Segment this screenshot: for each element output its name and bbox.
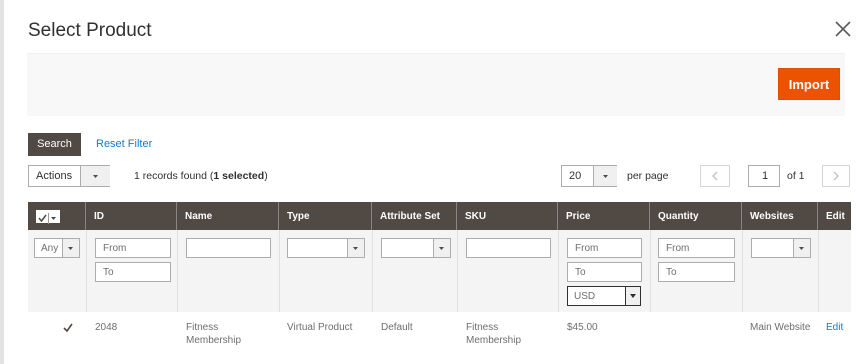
chevron-down-icon <box>62 239 79 257</box>
cell-websites: Main Website <box>750 322 811 333</box>
import-button[interactable]: Import <box>778 68 840 100</box>
per-page-value: 20 <box>569 170 582 182</box>
cell-type: Virtual Product <box>287 322 353 333</box>
cell-name: Fitness Membership <box>186 321 241 347</box>
quantity-to-input[interactable]: To <box>658 262 735 282</box>
chevron-down-icon <box>433 239 450 257</box>
table-row <box>28 312 851 364</box>
divider <box>279 230 280 312</box>
cell-sku-line2: Membership <box>466 335 522 346</box>
cell-price: $45.00 <box>567 322 598 333</box>
column-id[interactable]: ID <box>86 202 177 230</box>
price-from-input[interactable]: From <box>567 238 642 258</box>
records-found: 1 records found (1 selected) <box>134 170 268 182</box>
divider <box>558 230 559 312</box>
column-price[interactable]: Price <box>558 202 650 230</box>
currency-select[interactable]: USD <box>567 286 641 306</box>
price-to-input[interactable]: To <box>567 262 642 282</box>
records-suffix: ) <box>264 170 268 182</box>
cell-attribute-set: Default <box>381 322 413 333</box>
records-selected: 1 selected <box>213 170 265 182</box>
column-sku[interactable]: SKU <box>457 202 558 230</box>
divider <box>177 230 178 312</box>
cell-sku-line1: Fitness <box>466 322 499 333</box>
chevron-right-icon <box>833 171 839 181</box>
in-products-select[interactable]: Any <box>34 238 80 258</box>
mass-select-checkbox[interactable] <box>36 210 60 224</box>
divider <box>650 230 651 312</box>
divider <box>457 230 458 312</box>
chevron-down-icon <box>347 239 364 257</box>
chevron-down-icon <box>793 239 810 257</box>
column-websites[interactable]: Websites <box>742 202 818 230</box>
column-edit: Edit <box>826 211 845 222</box>
divider <box>86 230 87 312</box>
modal-edge <box>0 0 4 364</box>
per-page-select[interactable]: 20 <box>561 165 617 187</box>
chevron-down-icon <box>80 166 110 186</box>
search-button[interactable]: Search <box>28 133 81 156</box>
actions-label: Actions <box>36 170 73 182</box>
cell-name-line1: Fitness <box>186 322 219 333</box>
page-number-input[interactable]: 1 <box>748 165 780 187</box>
column-name[interactable]: Name <box>177 202 279 230</box>
previous-page-button[interactable] <box>700 165 730 187</box>
divider <box>818 230 819 312</box>
cell-sku: Fitness Membership <box>466 321 521 347</box>
name-filter-input[interactable] <box>186 238 271 258</box>
any-label: Any <box>41 243 59 254</box>
quantity-from-input[interactable]: From <box>658 238 735 258</box>
next-page-button[interactable] <box>822 165 850 187</box>
cell-id: 2048 <box>95 322 118 333</box>
sku-filter-input[interactable] <box>466 238 551 258</box>
records-prefix: 1 records found ( <box>134 170 214 182</box>
cell-name-line2: Membership <box>186 335 242 346</box>
divider <box>742 230 743 312</box>
edit-link[interactable]: Edit <box>826 321 843 334</box>
divider <box>372 230 373 312</box>
close-icon[interactable] <box>832 18 854 40</box>
websites-filter-select[interactable] <box>751 238 811 258</box>
chevron-left-icon <box>712 171 718 181</box>
column-quantity[interactable]: Quantity <box>650 202 742 230</box>
type-filter-select[interactable] <box>287 238 365 258</box>
grid-header: ID Name Type Attribute Set SKU Price Qua… <box>28 202 851 230</box>
column-type[interactable]: Type <box>279 202 372 230</box>
row-select-checkbox[interactable] <box>62 321 74 333</box>
id-to-input[interactable]: To <box>95 262 171 282</box>
currency-value: USD <box>574 291 596 302</box>
chevron-down-icon <box>593 166 617 186</box>
id-from-input[interactable]: From <box>95 238 171 258</box>
select-product-modal: Select Product Import Search Reset Filte… <box>0 0 861 364</box>
modal-toolbar <box>27 53 845 116</box>
modal-title: Select Product <box>28 20 152 41</box>
chevron-down-icon <box>625 287 640 305</box>
attribute-set-filter-select[interactable] <box>381 238 451 258</box>
per-page-label: per page <box>627 170 669 182</box>
page-total: of 1 <box>787 170 805 182</box>
column-attribute-set[interactable]: Attribute Set <box>372 202 457 230</box>
actions-dropdown[interactable]: Actions <box>28 165 110 187</box>
reset-filter-link[interactable]: Reset Filter <box>96 138 152 150</box>
